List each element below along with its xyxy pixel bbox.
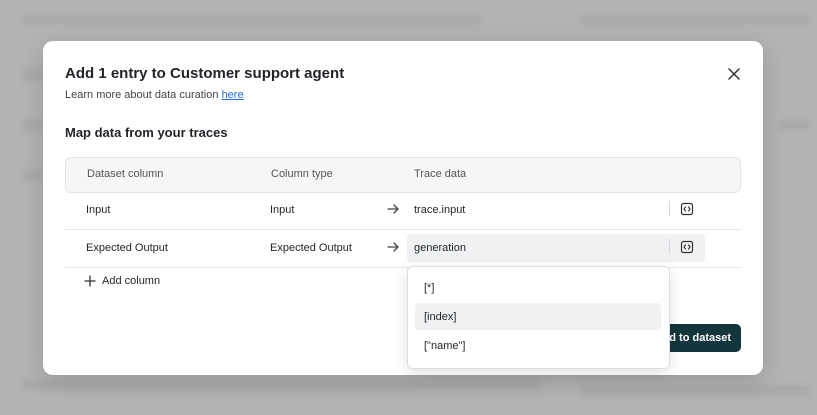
divider — [669, 239, 670, 254]
trace-data-input[interactable]: trace.input — [407, 196, 705, 224]
column-type: Input — [270, 204, 295, 216]
divider — [669, 201, 670, 216]
dataset-column-name: Expected Output — [86, 242, 168, 254]
dropdown-option[interactable]: ["name"] — [415, 332, 661, 359]
table-row: Input Input trace.input — [65, 192, 741, 230]
json-path-dropdown: [*] [index] ["name"] — [407, 266, 670, 369]
dataset-column-name: Input — [86, 204, 111, 216]
trace-data-value: generation — [414, 242, 466, 254]
plus-icon — [84, 275, 96, 287]
add-column-button[interactable]: Add column — [84, 275, 160, 287]
arrow-right-icon — [387, 242, 399, 252]
mapping-table-header: Dataset column Column type Trace data — [65, 157, 741, 193]
option-label: ["name"] — [424, 340, 466, 352]
option-label: [*] — [424, 282, 435, 294]
table-row: Expected Output Expected Output generati… — [65, 230, 741, 268]
arrow-right-icon — [387, 204, 399, 214]
close-icon[interactable] — [727, 67, 741, 81]
dropdown-option-highlighted[interactable]: [index] — [415, 303, 661, 330]
dropdown-option[interactable]: [*] — [415, 274, 661, 301]
header-trace-data: Trace data — [414, 168, 467, 180]
option-label: [index] — [424, 311, 457, 323]
subtitle-text: Learn more about data curation — [65, 89, 219, 101]
data-curation-link[interactable]: here — [222, 89, 244, 101]
column-type: Expected Output — [270, 242, 352, 254]
header-dataset-column: Dataset column — [87, 168, 164, 180]
code-icon[interactable] — [679, 201, 695, 217]
add-column-label: Add column — [102, 275, 161, 287]
code-icon[interactable] — [679, 239, 695, 255]
dialog-subtitle: Learn more about data curation here — [65, 89, 244, 101]
section-title: Map data from your traces — [65, 125, 228, 140]
header-column-type: Column type — [271, 168, 333, 180]
submit-label: d to dataset — [669, 332, 731, 344]
trace-data-input-active[interactable]: generation — [407, 234, 705, 262]
dialog-title: Add 1 entry to Customer support agent — [65, 65, 345, 82]
trace-data-value: trace.input — [414, 204, 466, 216]
